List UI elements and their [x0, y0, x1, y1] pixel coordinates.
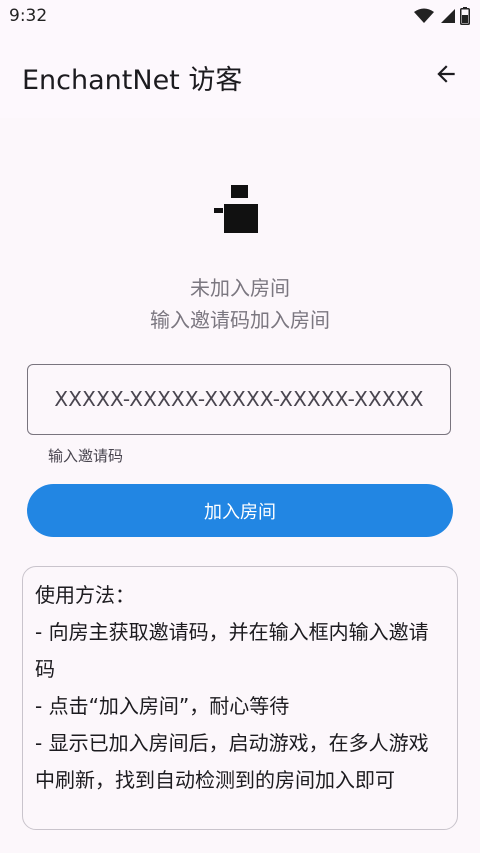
invite-code-input[interactable]: XXXXX-XXXXX-XXXXX-XXXXX-XXXXX: [27, 364, 451, 435]
status-bar: 9:32: [0, 0, 480, 34]
status-time: 9:32: [9, 6, 48, 26]
usage-step: - 向房主获取邀请码，并在输入框内输入邀请码: [35, 620, 429, 681]
main-content: 未加入房间 输入邀请码加入房间 XXXXX-XXXXX-XXXXX-XXXXX-…: [0, 118, 480, 853]
wifi-icon: [414, 8, 434, 23]
page-title: EnchantNet 访客: [22, 65, 243, 96]
usage-step: - 点击“加入房间”，耐心等待: [35, 694, 290, 718]
usage-title: 使用方法：: [35, 583, 135, 607]
room-status-icon: [214, 185, 258, 233]
usage-step: - 显示已加入房间后，启动游戏，在多人游戏中刷新，找到自动检测到的房间加入即可: [35, 731, 429, 792]
back-button[interactable]: [426, 54, 466, 94]
status-icons: [414, 7, 470, 25]
invite-code-placeholder: XXXXX-XXXXX-XXXXX-XXXXX-XXXXX: [54, 387, 424, 411]
room-status-hint: 输入邀请码加入房间: [150, 308, 330, 332]
battery-icon: [460, 7, 470, 25]
arrow-back-icon: [437, 65, 455, 83]
usage-card: 使用方法： - 向房主获取邀请码，并在输入框内输入邀请码 - 点击“加入房间”，…: [22, 566, 458, 830]
invite-code-helper: 输入邀请码: [48, 447, 124, 465]
usage-text: 使用方法： - 向房主获取邀请码，并在输入框内输入邀请码 - 点击“加入房间”，…: [23, 567, 457, 799]
room-status-label: 未加入房间: [190, 276, 290, 300]
app-bar: EnchantNet 访客: [0, 34, 480, 118]
signal-icon: [441, 9, 455, 23]
join-room-button[interactable]: 加入房间: [27, 484, 453, 537]
